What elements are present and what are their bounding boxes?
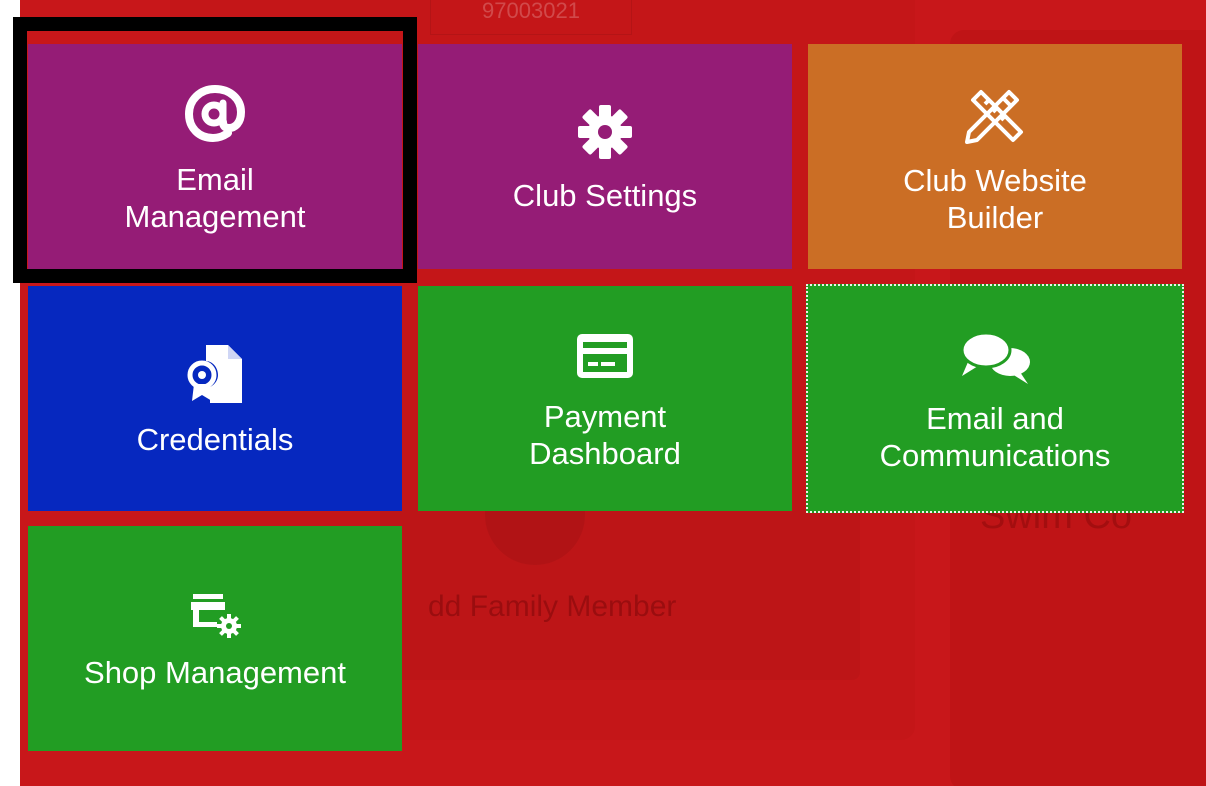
tile-label: Email Management	[124, 161, 306, 234]
credentials-tile[interactable]: Credentials	[28, 286, 402, 511]
background-add-family-text: dd Family Member	[428, 590, 677, 623]
club-settings-tile[interactable]: Club Settings	[418, 44, 792, 269]
chat-bubbles-icon	[956, 324, 1034, 388]
tile-label: Credentials	[136, 422, 294, 457]
background-member-number: 97003021	[430, 0, 632, 35]
shop-management-tile[interactable]: Shop Management	[28, 526, 402, 751]
tile-label: Payment Dashboard	[529, 398, 681, 471]
payment-dashboard-tile[interactable]: Payment Dashboard	[418, 286, 792, 511]
gear-icon	[572, 99, 638, 165]
credit-card-icon	[572, 326, 638, 386]
at-sign-icon	[180, 79, 250, 149]
tile-label: Club Website Builder	[903, 162, 1087, 235]
pencil-ruler-icon	[959, 78, 1031, 150]
tile-label: Club Settings	[512, 178, 698, 213]
tile-label: Shop Management	[84, 655, 346, 690]
email-communications-tile[interactable]: Email and Communications	[806, 284, 1184, 513]
email-management-tile[interactable]: Email Management	[28, 44, 402, 269]
certificate-document-icon	[182, 339, 248, 409]
club-website-builder-tile[interactable]: Club Website Builder	[808, 44, 1182, 269]
tile-label: Email and Communications	[879, 400, 1111, 473]
store-settings-icon	[185, 586, 245, 642]
